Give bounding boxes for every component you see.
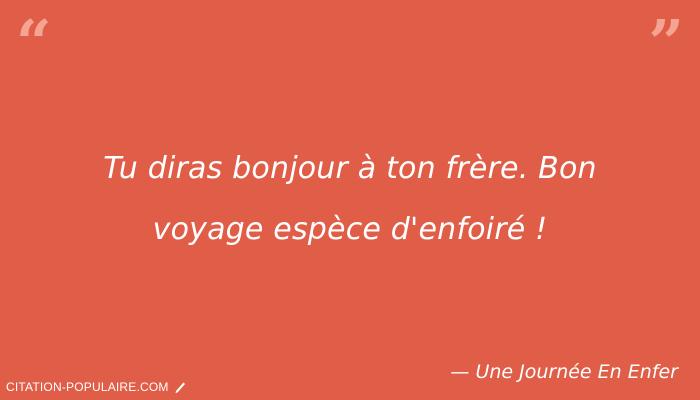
quote-line-1: Tu diras bonjour à ton frère. Bon — [103, 151, 597, 186]
site-name: CITATION-POPULAIRE.COM — [6, 380, 169, 394]
quote-author: — Une Journée En Enfer — [450, 361, 678, 383]
open-quote-icon: “ — [16, 6, 52, 79]
quote-text: Tu diras bonjour à ton frère. Bon voyage… — [40, 138, 660, 260]
site-watermark: CITATION-POPULAIRE.COM — [6, 380, 187, 394]
quote-line-2: voyage espèce d'enfoiré ! — [152, 212, 548, 247]
pen-icon — [173, 380, 187, 394]
close-quote-icon: ” — [648, 6, 684, 79]
